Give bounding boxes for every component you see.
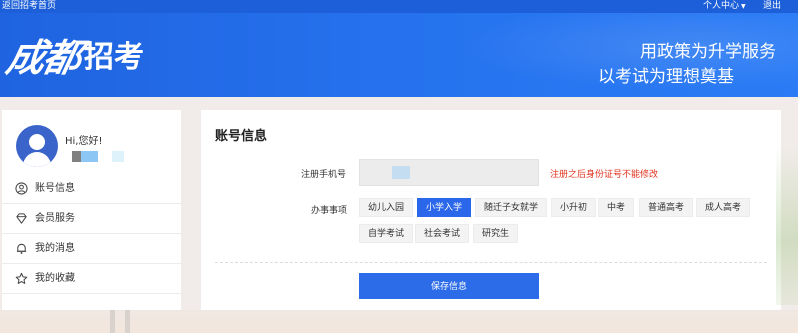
matters-label: 办事事项 [311,206,348,216]
sidebar-menu: 账号信息 会员服务 我的消息 我的收藏 [2,174,181,294]
chip-primary-to-junior[interactable]: 小升初 [551,198,597,217]
phone-warning-note: 注册之后身份证号不能修改 [550,170,659,180]
decor-rail [110,310,115,333]
sidebar-item-my-messages[interactable]: 我的消息 [2,234,181,264]
sidebar-item-label: 会员服务 [35,213,75,224]
sidebar-item-label: 我的收藏 [35,273,75,284]
chip-primary-school[interactable]: 小学入学 [417,198,472,217]
chip-adult-exam[interactable]: 成人高考 [696,198,751,217]
chip-gaokao[interactable]: 普通高考 [639,198,694,217]
save-button[interactable]: 保存信息 [359,273,539,299]
greeting-text: Hi,您好! [65,136,103,147]
chip-kindergarten[interactable]: 幼儿入园 [359,198,414,217]
sidebar-item-label: 我的消息 [35,243,75,254]
sidebar-item-member-service[interactable]: 会员服务 [2,204,181,234]
masked-username [72,151,124,162]
avatar-body [23,152,51,167]
chip-postgraduate[interactable]: 研究生 [473,224,519,243]
top-utility-bar: 返回招考首页 个人中心 ▼ 退出 [0,0,798,13]
divider [215,262,767,263]
masked-phone-number [392,166,410,179]
chip-zhongkao[interactable]: 中考 [598,198,635,217]
chip-social-exam[interactable]: 社会考试 [415,224,470,243]
user-center-menu[interactable]: 个人中心 ▼ [703,0,746,13]
chip-migrant-children[interactable]: 随迁子女就学 [475,198,548,217]
user-center-label: 个人中心 [703,1,740,11]
slogan-line-2: 以考试为理想奠基 [598,67,734,87]
account-info-panel: 账号信息 注册手机号 注册之后身份证号不能修改 办事事项 幼儿入园 小学入学 随… [201,110,781,310]
bell-icon [16,243,27,254]
site-logo[interactable]: 成都招考 [3,27,145,87]
sidebar-item-label: 账号信息 [35,183,75,194]
sidebar-item-my-favorites[interactable]: 我的收藏 [2,264,181,294]
account-sidebar: Hi,您好! 账号信息 会员服务 我的消息 我的收藏 [2,110,181,310]
diamond-icon [16,213,27,224]
logo-plain-text: 招考 [84,40,145,75]
logo-script-text: 成都 [2,35,85,80]
avatar-head [29,134,45,150]
background-foliage [776,145,798,305]
phone-field[interactable] [359,159,539,186]
header-banner: 成都招考 用政策为升学服务 以考试为理想奠基 [0,13,798,97]
bottom-decoration [0,310,798,333]
back-to-home-link[interactable]: 返回招考首页 [2,0,56,12]
star-icon [15,272,28,284]
page-title: 账号信息 [215,129,268,144]
slogan-line-1: 用政策为升学服务 [640,42,776,62]
chevron-down-icon: ▼ [741,3,746,10]
logout-link[interactable]: 退出 [763,0,781,12]
sidebar-item-account-info[interactable]: 账号信息 [2,174,181,204]
user-circle-icon [15,182,28,195]
phone-label: 注册手机号 [301,170,347,180]
decor-rail [125,310,130,333]
avatar[interactable] [16,125,58,167]
chip-self-study-exam[interactable]: 自学考试 [359,224,414,243]
